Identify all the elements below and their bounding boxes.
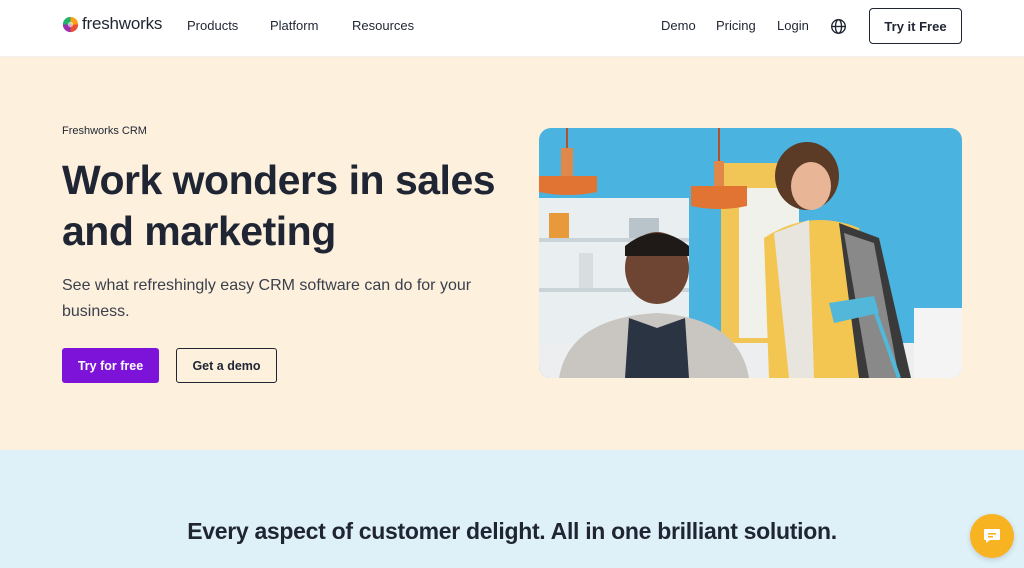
nav-link-products[interactable]: Products [187,18,238,33]
freshworks-logo[interactable]: freshworks [62,14,162,34]
hero-eyebrow: Freshworks CRM [62,125,147,137]
try-it-free-button[interactable]: Try it Free [869,8,962,44]
nav-link-platform[interactable]: Platform [270,18,318,33]
freshworks-logo-icon [62,16,79,32]
nav-link-login[interactable]: Login [777,18,809,33]
hero-section: Freshworks CRM Work wonders in sales and… [0,57,1024,450]
chat-icon [984,529,1000,543]
get-a-demo-button[interactable]: Get a demo [176,348,277,383]
hero-headline: Work wonders in sales and marketing [62,157,496,254]
section-tagline: Every aspect of customer delight. All in… [187,518,837,544]
nav-link-demo[interactable]: Demo [661,18,696,33]
chat-widget-button[interactable] [970,514,1014,558]
logo-text: freshworks [82,14,163,33]
hero-subhead: See what refreshingly easy CRM software … [62,277,472,320]
try-for-free-button[interactable]: Try for free [62,348,159,383]
nav-link-resources[interactable]: Resources [352,18,414,33]
nav-link-pricing[interactable]: Pricing [716,18,756,33]
top-nav: freshworks Products Platform Resources D… [0,0,1024,57]
hero-photo [539,128,962,378]
feature-section: Every aspect of customer delight. All in… [0,450,1024,568]
globe-icon[interactable] [830,18,847,35]
